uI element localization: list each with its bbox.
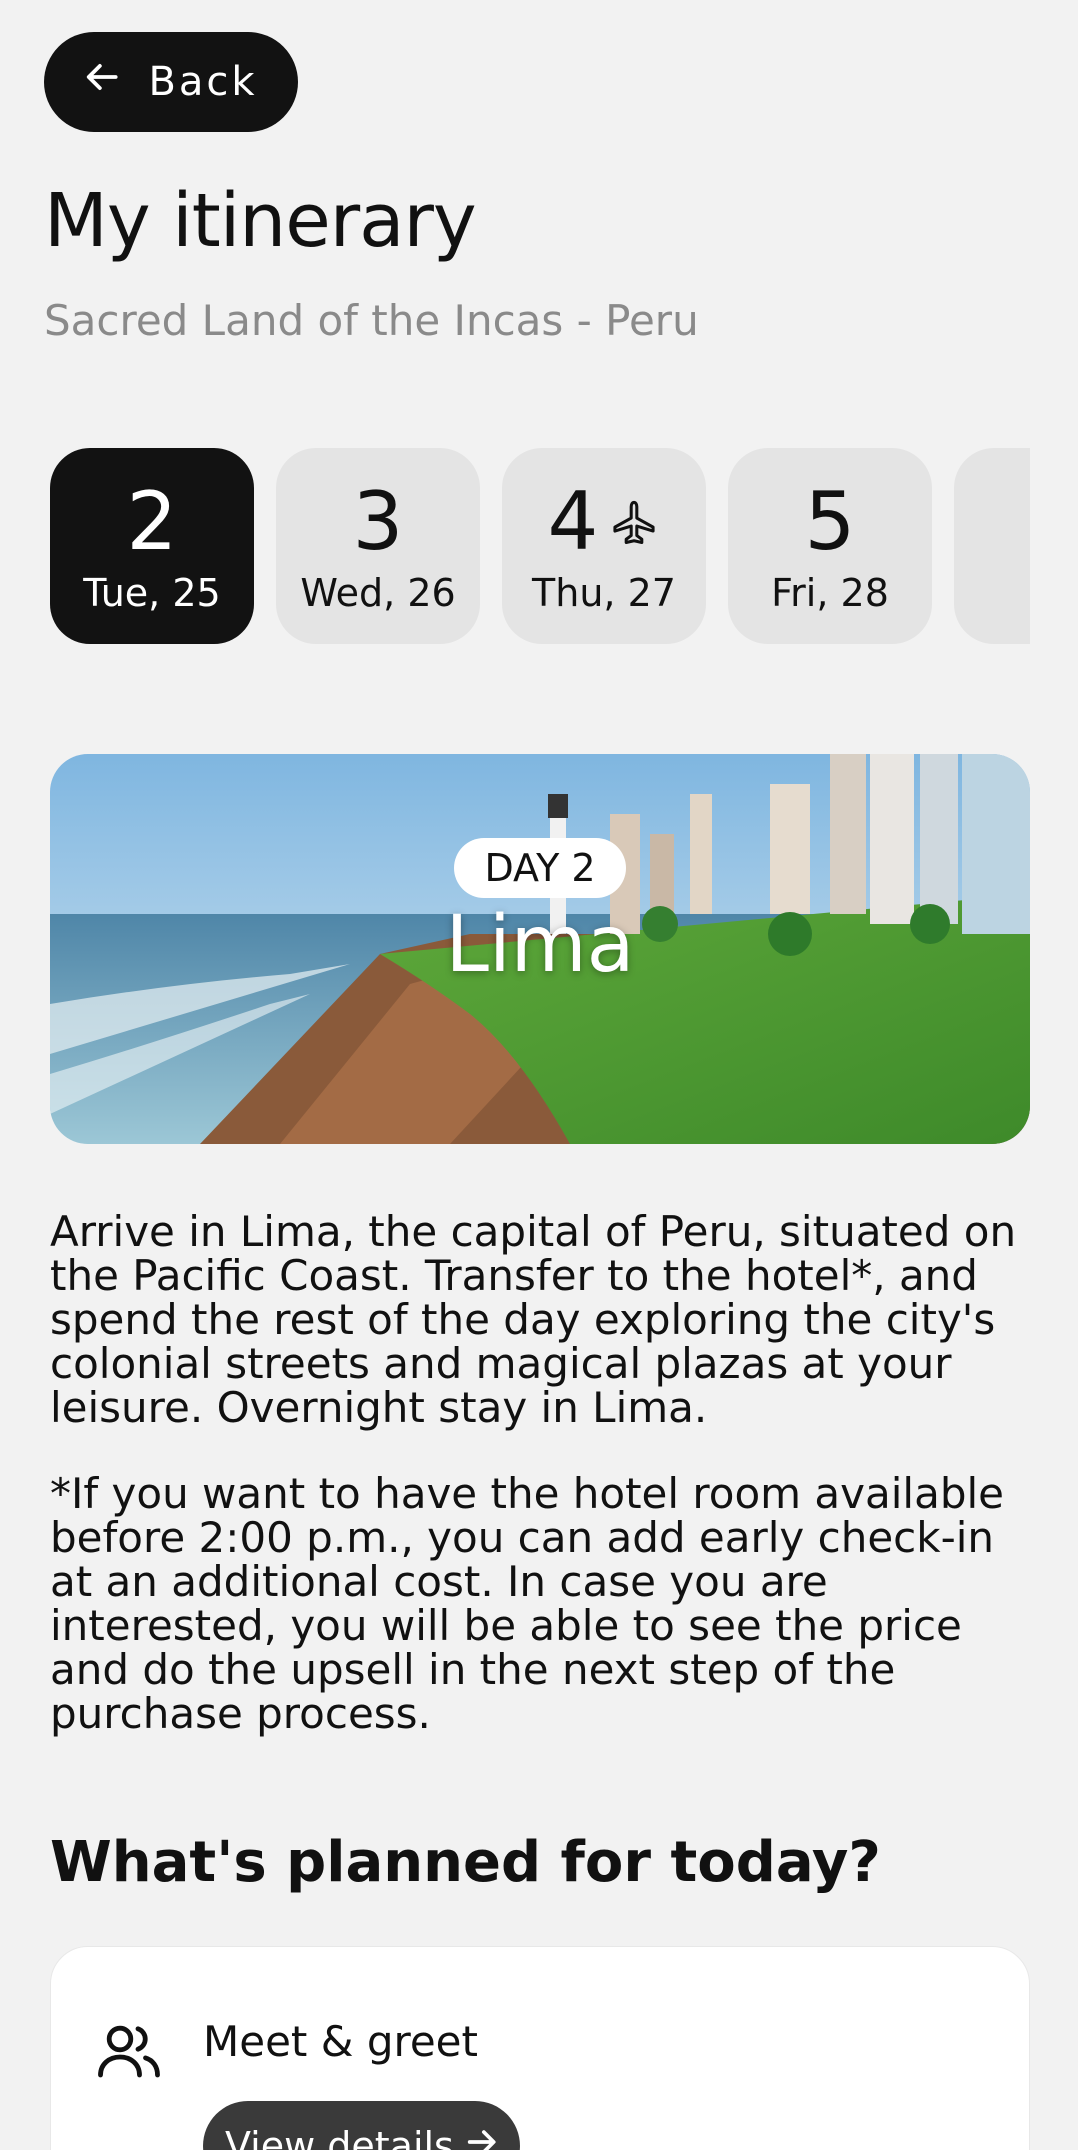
day-number: 2 [126, 475, 178, 568]
day-description: Arrive in Lima, the capital of Peru, sit… [50, 1210, 1040, 1736]
day-tab-4[interactable]: 4 Thu, 27 [502, 448, 706, 644]
day-date: Tue, 25 [83, 571, 221, 615]
back-button[interactable]: Back [44, 32, 298, 132]
back-label: Back [148, 59, 258, 105]
activity-card: Meet & greet View details [50, 1946, 1030, 2150]
day-selector: 2 Tue, 25 3 Wed, 26 4 Thu, 27 5 Fri, 28 … [50, 448, 1030, 644]
day-tab-3[interactable]: 3 Wed, 26 [276, 448, 480, 644]
day-badge: DAY 2 [454, 838, 626, 898]
arrow-left-icon [84, 58, 122, 106]
view-details-button[interactable]: View details [203, 2101, 520, 2150]
section-title: What's planned for today? [50, 1830, 881, 1895]
description-footnote: *If you want to have the hotel room avai… [50, 1469, 1004, 1738]
activity-name: Meet & greet [203, 2017, 478, 2066]
day-tab-2[interactable]: 2 Tue, 25 [50, 448, 254, 644]
day-date: Wed, 26 [300, 571, 456, 615]
arrow-right-icon [464, 2124, 498, 2150]
page-title: My itinerary [44, 178, 477, 264]
view-details-label: View details [225, 2124, 454, 2150]
day-date: Fri, 28 [771, 571, 889, 615]
day-number-row: 4 [548, 477, 661, 567]
day-number: 4 [547, 475, 599, 568]
people-icon [93, 2015, 165, 2087]
hero-text: DAY 2 Lima [50, 838, 1030, 990]
day-hero-card: DAY 2 Lima [50, 754, 1030, 1144]
day-number: 3 [352, 475, 404, 568]
description-paragraph: Arrive in Lima, the capital of Peru, sit… [50, 1207, 1017, 1432]
day-date: Thu, 27 [532, 571, 676, 615]
page-subtitle: Sacred Land of the Incas - Peru [44, 296, 699, 345]
hero-city-name: Lima [445, 900, 635, 990]
plane-icon [608, 477, 660, 567]
day-tab-5[interactable]: 5 Fri, 28 [728, 448, 932, 644]
day-tab-6[interactable]: Sa [954, 448, 1030, 644]
day-number: 5 [804, 475, 856, 568]
